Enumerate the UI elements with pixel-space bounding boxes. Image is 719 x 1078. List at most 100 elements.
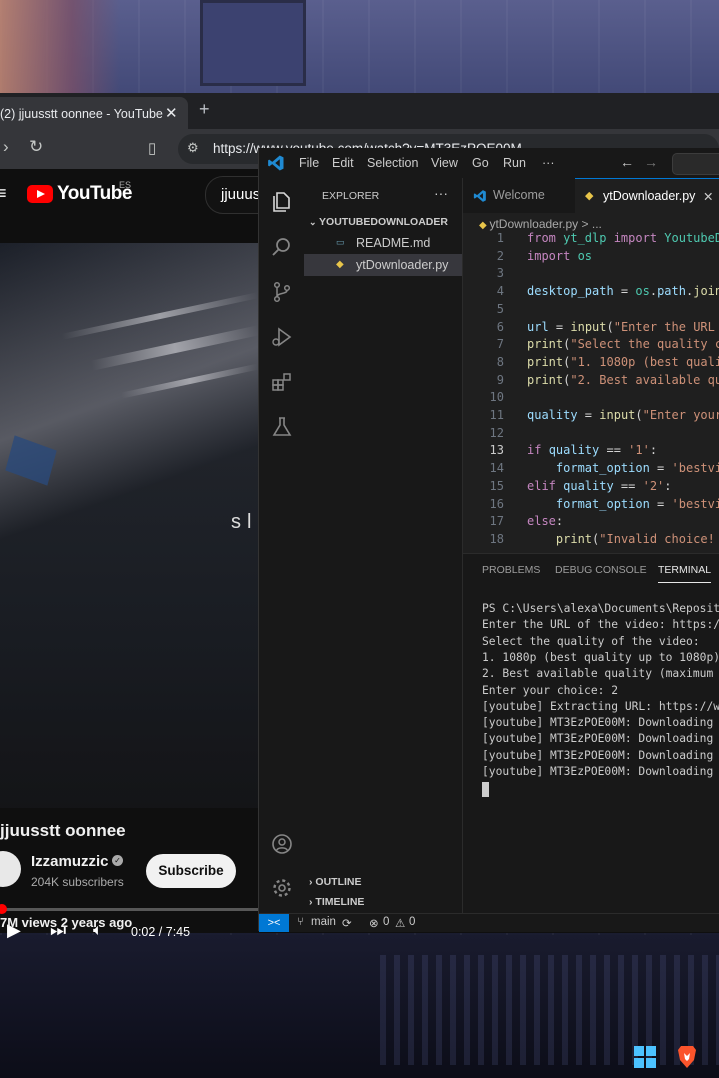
menu-edit[interactable]: Edit: [332, 156, 354, 170]
back-arrow-icon[interactable]: ←: [620, 154, 634, 170]
line-number: 15: [489, 478, 504, 493]
code-line[interactable]: 15 elif quality == '2':: [463, 479, 719, 497]
code-text: if quality == '1':: [527, 443, 658, 458]
close-tab-icon[interactable]: ✕: [703, 189, 713, 204]
workspace-folder[interactable]: ⌄ YOUTUBEDOWNLOADER: [309, 216, 448, 228]
subscribe-button[interactable]: Subscribe: [146, 854, 236, 888]
code-line[interactable]: 3: [463, 266, 719, 284]
line-number: 11: [489, 408, 504, 422]
code-line[interactable]: 6 url = input("Enter the URL: [463, 320, 719, 338]
code-line[interactable]: 5: [463, 302, 719, 320]
source-control-icon[interactable]: [270, 280, 294, 304]
file-item-readme[interactable]: ▭ README.md: [304, 232, 462, 254]
vscode-logo-icon: [473, 190, 486, 202]
code-line[interactable]: 2 import os: [463, 249, 719, 267]
code-text: print("2. Best available qu: [527, 372, 719, 387]
breadcrumb: ◆ ytDownloader.py > ...: [479, 217, 602, 231]
youtube-logo-icon[interactable]: [27, 185, 53, 203]
code-text: else:: [527, 514, 564, 529]
code-line[interactable]: 7 print("Select the quality c: [463, 337, 719, 355]
settings-gear-icon[interactable]: [270, 876, 294, 900]
code-line[interactable]: 13 if quality == '1':: [463, 443, 719, 461]
menu-run[interactable]: Run: [503, 156, 526, 170]
code-line[interactable]: 18 print("Invalid choice!: [463, 532, 719, 550]
channel-avatar[interactable]: [0, 851, 21, 887]
code-line[interactable]: 11 quality = input("Enter your: [463, 408, 719, 426]
testing-icon[interactable]: [270, 415, 294, 439]
explorer-more-icon[interactable]: ···: [434, 185, 448, 201]
site-settings-icon[interactable]: ⚙: [187, 140, 199, 156]
brave-browser-icon[interactable]: [677, 1045, 697, 1069]
command-center-input[interactable]: [672, 153, 719, 175]
close-tab-icon[interactable]: ✕: [165, 104, 178, 122]
code-line[interactable]: 17 else:: [463, 514, 719, 532]
menu-view[interactable]: View: [431, 156, 458, 170]
line-number: 13: [489, 443, 504, 458]
forward-icon[interactable]: ›: [3, 137, 9, 157]
line-number: 5: [496, 301, 504, 316]
code-line[interactable]: 4 desktop_path = os.path.join: [463, 284, 719, 302]
terminal-line: [youtube] MT3EzPOE00M: Downloading t: [482, 732, 719, 746]
browser-tab[interactable]: (2) jjuusstt oonnee - YouTube ✕: [0, 97, 188, 129]
reload-icon[interactable]: ↻: [29, 137, 43, 157]
terminal-line: PS C:\Users\alexa\Documents\Reposit: [482, 602, 719, 615]
video-player[interactable]: sl ▶ ⏭ 🔈︎ 0:02 / 7:45: [0, 243, 260, 940]
vscode-titlebar: File Edit Selection View Go Run ··· ← →: [259, 148, 719, 178]
line-number: 4: [496, 284, 504, 299]
activity-bar: [259, 178, 304, 913]
warning-count[interactable]: 0: [409, 916, 415, 928]
menu-more[interactable]: ···: [542, 156, 555, 170]
menu-go[interactable]: Go: [472, 156, 489, 170]
sync-icon[interactable]: ⟳: [342, 916, 352, 930]
remote-indicator-icon[interactable]: ><: [259, 914, 289, 932]
tab-welcome[interactable]: Welcome: [463, 178, 575, 213]
code-text: print("Select the quality c: [527, 337, 719, 352]
account-icon[interactable]: [270, 832, 294, 856]
code-editor[interactable]: 1 from yt_dlp import YoutubeD 2 import os 3 4…: [463, 231, 719, 553]
channel-name[interactable]: Izzamuzzic: [31, 853, 109, 870]
line-number: 3: [496, 266, 504, 281]
file-name: ytDownloader.py: [356, 258, 449, 272]
line-number: 17: [489, 514, 504, 529]
new-tab-button[interactable]: +: [199, 99, 210, 120]
menu-file[interactable]: File: [299, 156, 319, 170]
code-line[interactable]: 9 print("2. Best available qu: [463, 373, 719, 391]
line-number: 10: [489, 390, 504, 405]
run-debug-icon[interactable]: [270, 325, 294, 349]
panel-tab-problems[interactable]: PROBLEMS: [482, 564, 540, 576]
panel-tab-debug-console[interactable]: DEBUG CONSOLE: [555, 564, 647, 576]
windows-start-icon[interactable]: [634, 1046, 656, 1068]
menu-icon[interactable]: ≡: [0, 183, 7, 204]
panel-tab-terminal[interactable]: TERMINAL: [658, 564, 712, 583]
code-text: format_option = 'bestvi: [555, 461, 719, 476]
code-line[interactable]: 8 print("1. 1080p (best quali: [463, 355, 719, 373]
code-text: url = input("Enter the URL: [527, 319, 719, 334]
video-car-shape: [5, 435, 57, 486]
code-line[interactable]: 16 format_option = 'bestvi: [463, 497, 719, 515]
code-line[interactable]: 14 format_option = 'bestvi: [463, 461, 719, 479]
line-number: 2: [496, 248, 504, 263]
bookmark-icon[interactable]: ▯: [148, 139, 156, 157]
video-progress-bar[interactable]: [0, 904, 260, 914]
terminal-line: Enter the URL of the video: https:/: [482, 618, 719, 632]
forward-arrow-icon[interactable]: →: [644, 154, 658, 170]
code-line[interactable]: 12: [463, 426, 719, 444]
tab-ytdownloader[interactable]: ◆ ytDownloader.py ✕: [575, 178, 719, 214]
branch-name[interactable]: main: [311, 916, 336, 928]
search-icon[interactable]: [270, 235, 294, 259]
folder-name: YOUTUBEDOWNLOADER: [319, 216, 448, 228]
menu-selection[interactable]: Selection: [367, 156, 418, 170]
progress-scrubber[interactable]: [0, 904, 7, 914]
video-light-streak: [90, 325, 260, 371]
code-line[interactable]: 10: [463, 390, 719, 408]
vscode-logo-icon: [268, 155, 284, 171]
file-item-ytdownloader[interactable]: ◆ ytDownloader.py: [304, 254, 462, 276]
error-count[interactable]: 0: [383, 916, 389, 928]
extensions-icon[interactable]: [270, 370, 294, 394]
code-text: elif quality == '2':: [527, 478, 672, 493]
explorer-icon[interactable]: [270, 190, 294, 214]
timeline-section[interactable]: › TIMELINE: [309, 896, 364, 908]
code-line[interactable]: 1 from yt_dlp import YoutubeD: [463, 231, 719, 249]
outline-section[interactable]: › OUTLINE: [309, 876, 362, 888]
code-text: from yt_dlp import YoutubeD: [527, 231, 719, 245]
